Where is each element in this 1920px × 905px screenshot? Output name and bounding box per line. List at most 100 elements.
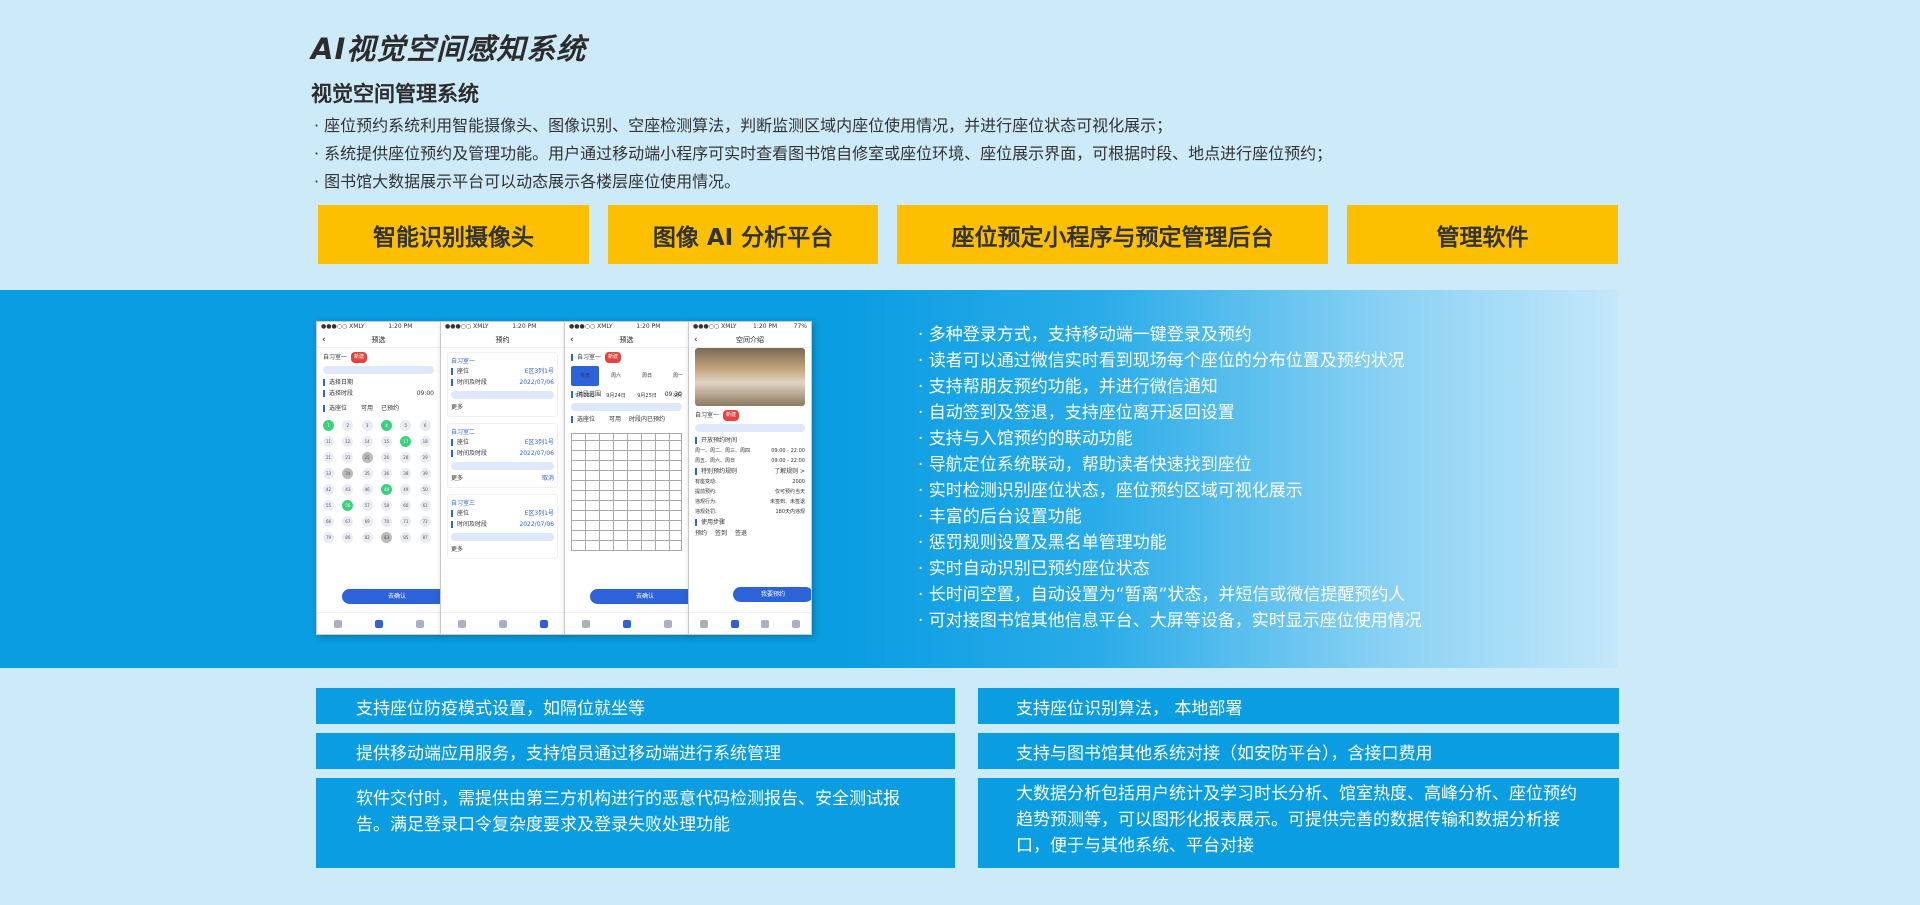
seat[interactable]: 69 (361, 516, 373, 527)
confirm-button[interactable]: 去确认 (590, 589, 688, 604)
seat[interactable]: 85 (400, 532, 412, 543)
back-icon[interactable]: ‹ (322, 332, 326, 348)
seat[interactable]: 79 (323, 532, 334, 543)
seat[interactable]: 61 (419, 500, 431, 511)
date-tab[interactable]: 周六 9月24日 (602, 366, 630, 399)
tab-home-icon[interactable] (333, 619, 342, 628)
more-link[interactable]: 更多 (451, 473, 463, 484)
seat[interactable]: 33 (323, 468, 334, 479)
date-tab[interactable]: 周一 9月 (664, 366, 688, 399)
tab-home-icon[interactable] (457, 619, 466, 628)
seat[interactable]: 72 (419, 516, 431, 527)
filter-available[interactable]: 可用 (609, 414, 621, 425)
date-tab[interactable]: 周日 9月25日 (633, 366, 661, 399)
filter-booked[interactable]: 时段内已预约 (629, 414, 665, 425)
seat[interactable]: 25 (361, 452, 373, 463)
seat[interactable]: 42 (323, 484, 334, 495)
feature-item: · 丰富的后台设置功能 (918, 507, 1082, 527)
confirm-button[interactable]: 去确认 (342, 589, 440, 604)
seat[interactable]: 49 (400, 484, 412, 495)
date-tab[interactable]: 今天 9月23日 (571, 366, 599, 399)
seat[interactable]: 21 (323, 452, 334, 463)
rules-link[interactable]: 了解规则 > (774, 466, 805, 477)
seat[interactable]: 66 (323, 516, 334, 527)
seat[interactable]: 36 (380, 468, 392, 479)
floor-plan[interactable] (571, 433, 682, 551)
room-name: 自习室一 (695, 412, 720, 419)
seat-filter-label: 选座位 (577, 416, 596, 423)
filter-available[interactable]: 可用 (361, 403, 373, 414)
tab-booking-icon[interactable] (622, 619, 631, 628)
seat-label: 座位 (457, 368, 470, 375)
range-value[interactable]: 09:30 (665, 389, 682, 400)
tab-profile-icon[interactable] (791, 619, 800, 628)
booking-card[interactable]: 自习室一 座位 E区3列1号 时间及时段 2022/07/06 更多 (447, 352, 558, 417)
seat[interactable]: 87 (419, 532, 431, 543)
seat[interactable]: 43 (342, 484, 354, 495)
seat[interactable]: 82 (361, 532, 373, 543)
more-link[interactable]: 更多 (451, 544, 463, 555)
seat[interactable]: 5 (400, 420, 412, 431)
date-picker[interactable]: 选择日期 (329, 377, 353, 388)
seat[interactable]: 48 (380, 484, 392, 495)
seat[interactable]: 12 (342, 436, 354, 447)
seat[interactable]: 58 (380, 500, 392, 511)
seat[interactable]: 18 (419, 436, 431, 447)
more-link[interactable]: 更多 (451, 402, 463, 413)
seat[interactable]: 56 (342, 500, 354, 511)
back-icon[interactable]: ‹ (570, 332, 574, 348)
seat[interactable]: 46 (361, 484, 373, 495)
time-label: 时间及时段 (457, 379, 488, 386)
tab-records-icon[interactable] (761, 619, 770, 628)
seat[interactable]: 23 (342, 452, 354, 463)
seat[interactable]: 34 (342, 468, 354, 479)
seat[interactable]: 60 (400, 500, 412, 511)
room-name: 自习室一 (577, 354, 602, 361)
seat[interactable]: 55 (323, 500, 334, 511)
seat-filter-label: 选座位 (329, 405, 348, 412)
seat[interactable]: 83 (380, 532, 392, 543)
tab-records-icon[interactable] (539, 619, 548, 628)
seat[interactable]: 29 (419, 452, 431, 463)
booking-room: 自习室二 (451, 429, 476, 436)
seat[interactable]: 11 (323, 436, 334, 447)
seat[interactable]: 38 (400, 468, 412, 479)
seat[interactable]: 71 (400, 516, 412, 527)
tab-home-icon[interactable] (700, 619, 709, 628)
seat[interactable]: 50 (419, 484, 431, 495)
room-name: 自习室一 (323, 354, 348, 361)
seat[interactable]: 39 (419, 468, 431, 479)
seat[interactable]: 17 (400, 436, 412, 447)
seat[interactable]: 57 (361, 500, 373, 511)
tab-records-icon[interactable] (663, 619, 672, 628)
status-carrier: ●●●○○ XMLY (569, 323, 613, 330)
booking-card[interactable]: 自习室三 座位 E区3列1号 时间及时段 2022/07/06 更多 (447, 494, 558, 559)
feature-item: · 可对接图书馆其他信息平台、大屏等设备，实时显示座位使用情况 (918, 611, 1422, 631)
seat[interactable]: 14 (361, 436, 373, 447)
filter-booked[interactable]: 已预约 (381, 403, 399, 414)
module-booking-miniapp: 座位预定小程序与预定管理后台 (897, 205, 1328, 264)
seat[interactable]: 4 (380, 420, 392, 431)
seat[interactable]: 1 (323, 420, 334, 431)
book-now-button[interactable]: 我要预约 (733, 587, 811, 602)
tab-records-icon[interactable] (415, 619, 424, 628)
back-icon[interactable]: ‹ (694, 332, 698, 348)
seat[interactable]: 26 (380, 452, 392, 463)
seat[interactable]: 70 (380, 516, 392, 527)
seat[interactable]: 2 (342, 420, 354, 431)
seat[interactable]: 67 (342, 516, 354, 527)
cancel-link[interactable]: 取消 (542, 473, 554, 484)
time-picker[interactable]: 选择时段 (329, 388, 353, 399)
seat[interactable]: 80 (342, 532, 354, 543)
seat[interactable]: 28 (400, 452, 412, 463)
seat[interactable]: 35 (361, 468, 373, 479)
tab-home-icon[interactable] (581, 619, 590, 628)
tab-booking-icon[interactable] (730, 619, 739, 628)
seat[interactable]: 15 (380, 436, 392, 447)
tab-booking-icon[interactable] (374, 619, 383, 628)
seat[interactable]: 3 (361, 420, 373, 431)
booking-card[interactable]: 自习室二 座位 E区3列1号 时间及时段 2022/07/06 更多 取消 (447, 423, 558, 488)
tab-booking-icon[interactable] (498, 619, 507, 628)
seat[interactable]: 6 (419, 420, 431, 431)
status-time: 1:20 PM (512, 323, 537, 330)
